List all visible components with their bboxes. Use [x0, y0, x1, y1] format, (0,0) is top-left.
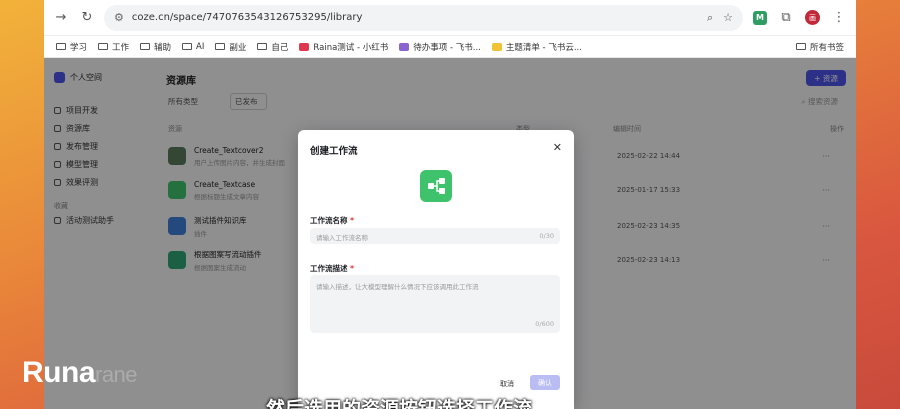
bookmarks-bar: 学习 工作 辅助 AI 副业 自己 Raina测试 - 小红书 待办事项 - 飞…	[44, 36, 856, 58]
browser-window: → ↻ ⚙ coze.cn/space/7470763543126753295/…	[44, 0, 856, 409]
folder-icon	[215, 43, 226, 50]
name-label: 工作流名称 *	[310, 216, 355, 225]
workflow-description-input[interactable]: 请输入描述，让大模型理解什么情况下应该调用此工作流 0/600	[310, 275, 560, 333]
zoom-icon[interactable]: ⌕	[707, 11, 713, 25]
menu-icon[interactable]: ⋮	[830, 9, 848, 27]
bookmark-link[interactable]: 主题清单 - 飞书云...	[491, 41, 582, 53]
reload-icon[interactable]: ↻	[78, 9, 96, 27]
browser-toolbar: → ↻ ⚙ coze.cn/space/7470763543126753295/…	[44, 0, 856, 36]
all-bookmarks[interactable]: 所有书签	[795, 41, 844, 53]
video-subtitle: 然后选用的资源按钮选择工作流	[266, 398, 533, 409]
folder-icon	[140, 43, 151, 50]
url-text[interactable]: coze.cn/space/7470763543126753295/librar…	[132, 12, 697, 23]
bookmark-folder[interactable]: AI	[182, 42, 204, 52]
folder-icon	[795, 43, 806, 50]
extensions-puzzle-icon[interactable]: ⧉	[777, 9, 795, 27]
channel-watermark-logo: Runarane	[22, 356, 138, 389]
feishu-icon	[399, 42, 410, 51]
dialog-title: 创建工作流	[310, 146, 358, 157]
bookmark-folder[interactable]: 工作	[98, 41, 129, 53]
close-icon[interactable]: ✕	[553, 141, 562, 154]
folder-icon	[98, 43, 109, 50]
site-settings-icon[interactable]: ⚙	[114, 11, 124, 24]
bookmark-link[interactable]: Raina测试 - 小红书	[299, 41, 388, 53]
folder-icon	[56, 43, 66, 50]
xiaohongshu-icon	[299, 42, 310, 51]
confirm-button[interactable]: 确认	[530, 375, 560, 390]
folder-icon	[257, 43, 268, 50]
bookmark-folder[interactable]: 学习	[56, 41, 87, 53]
address-bar[interactable]: ⚙ coze.cn/space/7470763543126753295/libr…	[104, 4, 743, 31]
profile-avatar[interactable]: 画	[805, 10, 820, 25]
feishu-doc-icon	[491, 42, 502, 51]
workflow-icon	[420, 170, 452, 202]
bookmark-link[interactable]: 待办事项 - 飞书...	[399, 41, 481, 53]
bookmark-folder[interactable]: 副业	[215, 41, 246, 53]
extension-icon[interactable]: M	[753, 10, 767, 25]
workflow-name-input[interactable]: 请输入工作流名称 0/30	[310, 228, 560, 244]
bookmark-star-icon[interactable]: ☆	[723, 11, 733, 24]
description-char-count: 0/600	[535, 320, 554, 328]
forward-icon[interactable]: →	[52, 9, 70, 27]
bookmark-folder[interactable]: 辅助	[140, 41, 171, 53]
cancel-button[interactable]: 取消	[492, 376, 522, 391]
bookmark-folder[interactable]: 自己	[257, 41, 288, 53]
folder-icon	[182, 43, 193, 50]
create-workflow-dialog: 创建工作流 ✕ 工作流名称 * 请输入工作流名称 0/30 工作流描述 * 请输…	[298, 130, 574, 409]
description-label: 工作流描述 *	[310, 264, 355, 273]
name-char-count: 0/30	[539, 232, 554, 240]
